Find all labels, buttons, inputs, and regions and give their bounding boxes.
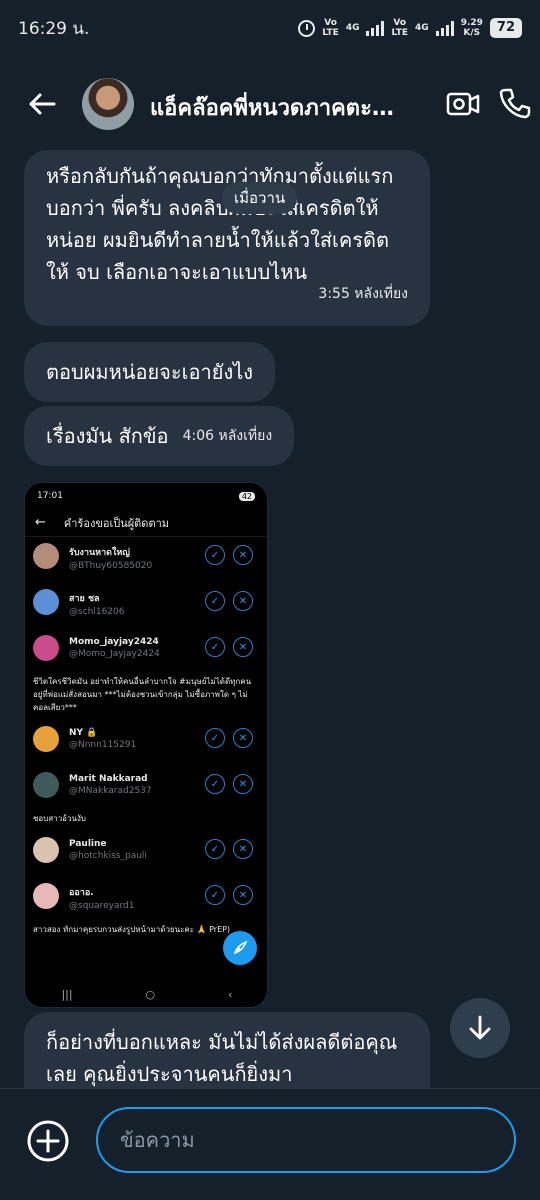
conversation-header: แอ็คล๊อคพี่หนวดภาคตะวันออก (0, 66, 540, 144)
accept-icon: ✓ (205, 728, 225, 748)
request-actions: ✓ ✕ (205, 591, 253, 611)
accept-icon: ✓ (205, 591, 225, 611)
follower-bio: ชอบสาวอ้วนงับ (33, 814, 86, 823)
follower-avatar (33, 837, 59, 863)
request-actions: ✓ ✕ (205, 545, 253, 565)
follower-avatar (33, 635, 59, 661)
follow-request-row: Marit Nakkarad @MNakkarad2537 ✓ ✕ (25, 766, 267, 812)
follower-bio: ชีวิตใครชีวิตมัน อย่าทำให้คนอื่นลำบากใจ … (33, 677, 252, 712)
recent-apps-icon: ||| (61, 987, 73, 1001)
image-back-arrow-icon: ← (35, 515, 46, 530)
date-separator: เมื่อวาน (222, 182, 298, 214)
video-call-icon[interactable] (446, 88, 480, 120)
follower-avatar (33, 589, 59, 615)
status-bar: 16:29 น. Vo LTE 4G Vo LTE 4G 9.29 K/S 72 (0, 0, 540, 56)
image-nav-bar: ||| ○ ‹ (25, 981, 267, 1007)
follow-request-list: รับงานหาดใหญ่ @BThuy60585020 ✓ ✕ สาย ชล @schl… (25, 537, 267, 942)
decline-icon: ✕ (233, 637, 253, 657)
network-label-1: 4G (345, 23, 360, 33)
message-input[interactable] (96, 1107, 516, 1173)
request-actions: ✓ ✕ (205, 774, 253, 794)
conversation-title[interactable]: แอ็คล๊อคพี่หนวดภาคตะวันออก (150, 90, 400, 125)
request-actions: ✓ ✕ (205, 839, 253, 859)
shared-image[interactable]: 17:01 42 ← คำร้องขอเป็นผู้ติดตาม รับงานห… (24, 482, 268, 1008)
accept-icon: ✓ (205, 637, 225, 657)
alarm-icon (298, 19, 316, 37)
status-icons: Vo LTE 4G Vo LTE 4G 9.29 K/S 72 (298, 18, 522, 38)
message-timestamp: 4:06 หลังเที่ยง (182, 428, 273, 444)
composer-bar (0, 1088, 540, 1200)
volte-label-1: Vo LTE (322, 18, 339, 38)
data-speed: 9.29 K/S (460, 18, 483, 38)
phone-icon[interactable] (498, 86, 532, 120)
message-bubble[interactable]: ก็อย่างที่บอกแหละ มันไม่ได้ส่งผลดีต่อคุณ… (24, 1012, 430, 1088)
request-actions: ✓ ✕ (205, 728, 253, 748)
network-label-2: 4G (415, 23, 429, 33)
accept-icon: ✓ (205, 545, 225, 565)
request-actions: ✓ ✕ (205, 885, 253, 905)
back-nav-icon: ‹ (228, 987, 233, 1001)
volte-label-2: Vo LTE (391, 18, 409, 38)
accept-icon: ✓ (205, 774, 225, 794)
status-time: 16:29 น. (18, 18, 90, 39)
accept-icon: ✓ (205, 839, 225, 859)
follower-avatar (33, 543, 59, 569)
message-bubble[interactable]: เรื่องมัน สักข้อ 4:06 หลังเที่ยง (24, 406, 295, 466)
follower-avatar (33, 772, 59, 798)
scroll-down-icon[interactable] (450, 998, 510, 1058)
follow-request-row: ออาอ. @squareyard1 ✓ ✕ (25, 877, 267, 923)
signal-icon (366, 20, 385, 36)
message-text: ตอบผมหน่อยจะเอายังไง (46, 360, 254, 384)
accept-icon: ✓ (205, 885, 225, 905)
compose-fab-icon (223, 931, 257, 965)
message-text: ก็อย่างที่บอกแหละ มันไม่ได้ส่งผลดีต่อคุณ… (46, 1030, 398, 1086)
message-text: เรื่องมัน สักข้อ (46, 424, 169, 448)
message-bubble[interactable]: ตอบผมหน่อยจะเอายังไง (24, 342, 276, 402)
home-icon: ○ (145, 987, 156, 1001)
back-arrow-icon[interactable] (26, 88, 58, 120)
follow-request-row: NY 🔒 @Nnnn115291 ✓ ✕ (25, 720, 267, 766)
avatar[interactable] (82, 78, 134, 130)
message-timestamp: 3:55 หลังเที่ยง (318, 286, 408, 302)
image-header: ← คำร้องขอเป็นผู้ติดตาม (25, 509, 267, 537)
follower-avatar (33, 883, 59, 909)
decline-icon: ✕ (233, 545, 253, 565)
signal-icon-2 (435, 20, 454, 36)
follow-request-row: สาย ชล @schl16206 ✓ ✕ (25, 583, 267, 629)
message-list[interactable]: หรือกลับกันถ้าคุณบอกว่าทักมาตั้งแต่แรกบอ… (0, 146, 540, 1088)
add-icon[interactable] (26, 1119, 70, 1163)
follower-avatar (33, 726, 59, 752)
decline-icon: ✕ (233, 591, 253, 611)
request-actions: ✓ ✕ (205, 637, 253, 657)
decline-icon: ✕ (233, 774, 253, 794)
message-text: หรือกลับกันถ้าคุณบอกว่าทักมาตั้งแต่แรกบอ… (46, 164, 394, 284)
battery-icon: 72 (489, 18, 522, 38)
image-status-bar: 17:01 42 (25, 483, 267, 509)
follow-request-row: รับงานหาดใหญ่ @BThuy60585020 ✓ ✕ (25, 537, 267, 583)
message-bubble[interactable]: หรือกลับกันถ้าคุณบอกว่าทักมาตั้งแต่แรกบอ… (24, 150, 430, 326)
decline-icon: ✕ (233, 839, 253, 859)
image-status-time: 17:01 (37, 491, 63, 501)
follow-request-row: Momo_jayjay2424 @Momo_Jayjay2424 ✓ ✕ (25, 629, 267, 675)
follow-request-row: Pauline @hotchkiss_pauli ✓ ✕ (25, 831, 267, 877)
image-battery: 42 (238, 491, 255, 501)
decline-icon: ✕ (233, 885, 253, 905)
image-title: คำร้องขอเป็นผู้ติดตาม (63, 516, 170, 530)
decline-icon: ✕ (233, 728, 253, 748)
